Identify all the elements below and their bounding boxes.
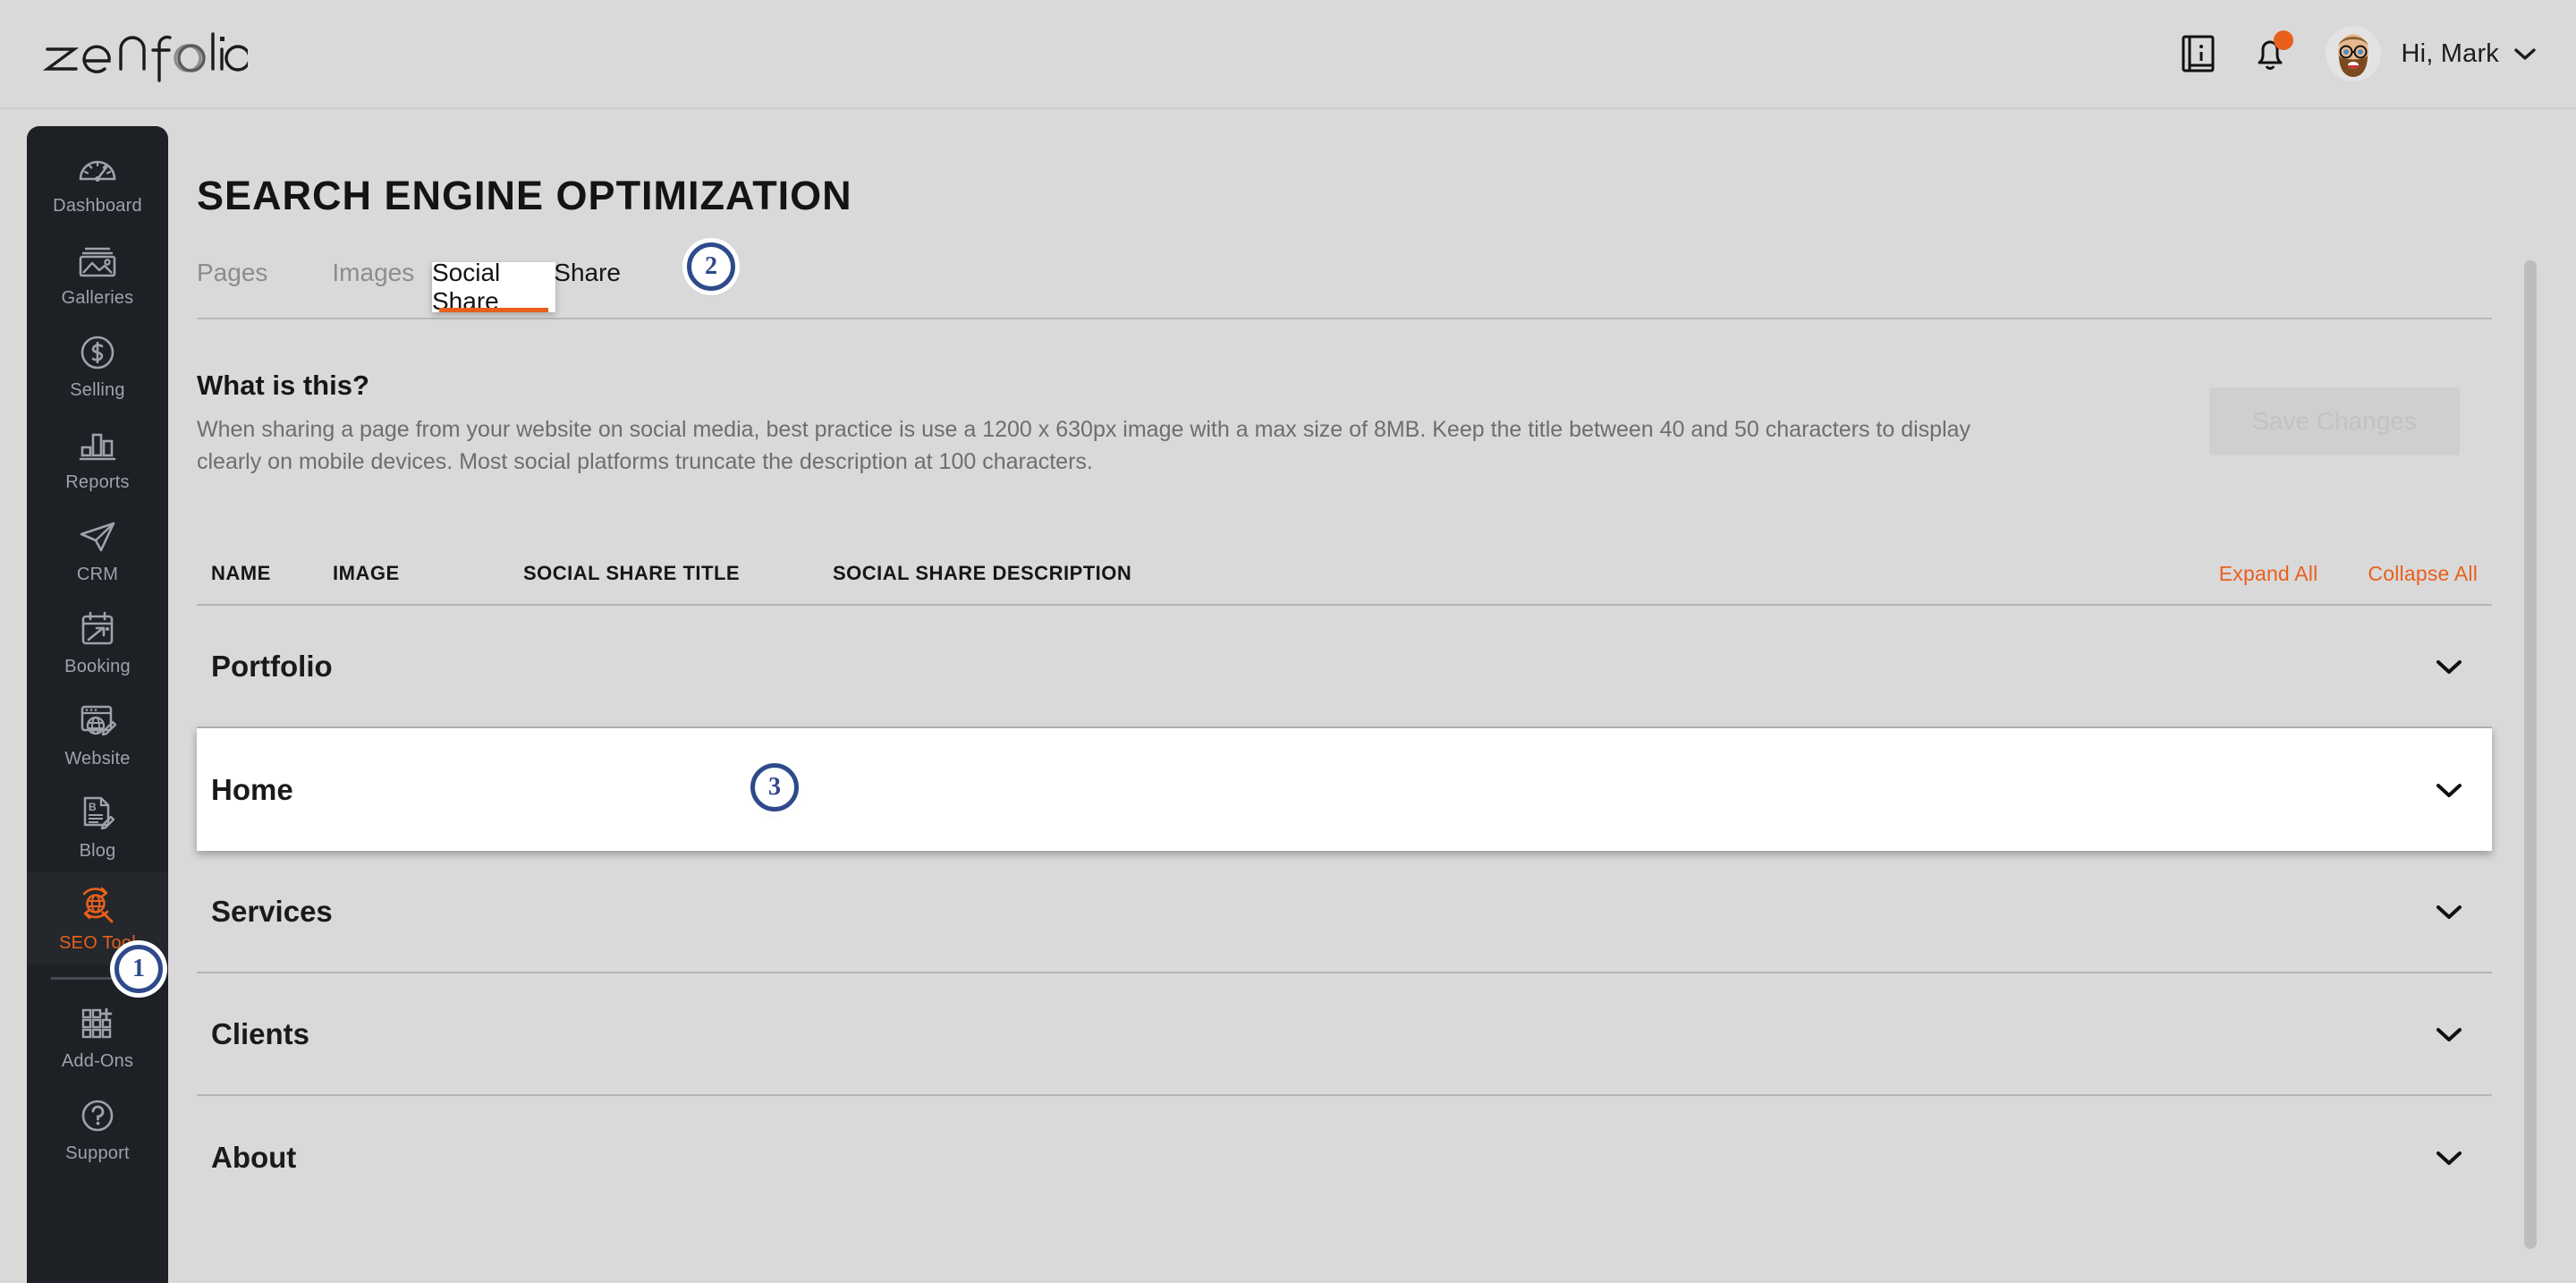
- sidebar-label: CRM: [76, 565, 119, 584]
- calendar-arrow-icon: [74, 608, 121, 650]
- dollar-circle-icon: [74, 332, 121, 373]
- question-circle-icon: [74, 1095, 121, 1136]
- app-header: Hi, Mark: [0, 0, 2576, 109]
- chevron-down-icon[interactable]: [2435, 1149, 2463, 1167]
- row-name: Services: [211, 894, 333, 928]
- row-name: About: [211, 1140, 297, 1174]
- user-menu[interactable]: Hi, Mark: [2401, 39, 2537, 69]
- step-badge-1: 1: [114, 945, 163, 993]
- sidebar-item-selling[interactable]: Selling: [27, 319, 168, 412]
- row-name: Home: [211, 772, 293, 806]
- tab-social-share-highlight[interactable]: Social Share: [432, 259, 555, 315]
- table-row[interactable]: Portfolio: [197, 606, 2492, 728]
- sidebar-item-add-ons[interactable]: Add-Ons: [27, 990, 168, 1083]
- sidebar-item-website[interactable]: Website: [27, 688, 168, 780]
- paper-plane-icon: [74, 516, 121, 557]
- help-book-button[interactable]: [2163, 18, 2234, 89]
- avatar[interactable]: [2326, 26, 2382, 81]
- bar-chart-icon: [74, 424, 121, 465]
- page-title: SEARCH ENGINE OPTIMIZATION: [197, 173, 852, 218]
- sidebar-label: Selling: [70, 380, 125, 400]
- sidebar-item-reports[interactable]: Reports: [27, 412, 168, 504]
- tab-active-underline: [439, 308, 548, 312]
- info-text: When sharing a page from your website on…: [197, 417, 1971, 474]
- sidebar-label: Galleries: [61, 288, 134, 308]
- sidebar-label: Reports: [65, 472, 130, 492]
- chevron-down-icon[interactable]: [2435, 1025, 2463, 1043]
- table-row-home-placeholder[interactable]: Home: [197, 728, 2492, 851]
- zenfolio-logo-mark: [42, 32, 248, 82]
- tab-pages[interactable]: Pages: [197, 251, 267, 310]
- header-actions: Hi, Mark: [2163, 18, 2537, 89]
- main-content: SEARCH ENGINE OPTIMIZATION Pages Images …: [168, 126, 2549, 1283]
- info-title: What is this?: [197, 370, 369, 401]
- main-sidebar: Dashboard Galleries Selling Reports CRM …: [27, 126, 168, 1283]
- sidebar-label: Blog: [79, 841, 116, 861]
- tab-images[interactable]: Images: [332, 251, 414, 310]
- user-greeting: Hi, Mark: [2401, 38, 2499, 68]
- sidebar-item-dashboard[interactable]: Dashboard: [27, 135, 168, 227]
- chevron-down-icon[interactable]: [2435, 903, 2463, 921]
- table-row-home-highlight[interactable]: Home: [197, 728, 2492, 851]
- tab-social-share-label: Social Share: [432, 259, 501, 315]
- gauge-icon: [74, 148, 121, 189]
- column-header-name: NAME: [211, 562, 271, 584]
- column-header-description: SOCIAL SHARE DESCRIPTION: [833, 562, 1132, 584]
- browser-globe-pencil-icon: [74, 701, 121, 742]
- table-header-actions: Expand All Collapse All: [2219, 562, 2478, 586]
- chevron-down-icon[interactable]: [2435, 781, 2463, 799]
- scrollbar-thumb[interactable]: [2524, 260, 2537, 1249]
- social-share-table: NAME IMAGE SOCIAL SHARE TITLE SOCIAL SHA…: [197, 543, 2492, 1219]
- svg-text:B: B: [89, 801, 97, 813]
- column-header-image: IMAGE: [333, 562, 400, 584]
- collapse-all-link[interactable]: Collapse All: [2368, 562, 2478, 586]
- user-avatar-icon: [2326, 26, 2382, 81]
- zenfolio-logo[interactable]: [42, 25, 248, 82]
- sidebar-label: Booking: [64, 657, 131, 676]
- blog-document-pencil-icon: B: [74, 793, 121, 834]
- expand-all-link[interactable]: Expand All: [2219, 562, 2318, 586]
- content-scrollbar[interactable]: [2524, 260, 2537, 1283]
- photo-stack-icon: [74, 240, 121, 281]
- row-name: Clients: [211, 1016, 310, 1050]
- row-name: Portfolio: [211, 649, 333, 683]
- info-block: What is this? When sharing a page from y…: [197, 370, 2039, 478]
- sidebar-item-booking[interactable]: Booking: [27, 596, 168, 688]
- chevron-down-icon[interactable]: [2435, 658, 2463, 675]
- globe-magnifier-icon: [74, 885, 121, 926]
- notification-dot: [2274, 30, 2294, 50]
- column-header-title: SOCIAL SHARE TITLE: [523, 562, 741, 584]
- save-changes-button[interactable]: Save Changes: [2209, 387, 2460, 455]
- grid-plus-icon: [74, 1003, 121, 1044]
- sidebar-label: Support: [65, 1143, 130, 1163]
- sidebar-item-galleries[interactable]: Galleries: [27, 227, 168, 319]
- table-header-row: NAME IMAGE SOCIAL SHARE TITLE SOCIAL SHA…: [197, 543, 2492, 606]
- sidebar-label: Add-Ons: [61, 1051, 134, 1071]
- table-row[interactable]: Services: [197, 851, 2492, 973]
- step-badge-2: 2: [687, 242, 735, 291]
- table-row[interactable]: Clients: [197, 973, 2492, 1096]
- sidebar-item-crm[interactable]: CRM: [27, 504, 168, 596]
- sidebar-item-blog[interactable]: B Blog: [27, 780, 168, 872]
- sidebar-item-support[interactable]: Support: [27, 1083, 168, 1175]
- sidebar-label: Dashboard: [53, 196, 142, 216]
- notifications-button[interactable]: [2234, 18, 2306, 89]
- sidebar-label: Website: [64, 749, 131, 769]
- chevron-down-icon: [2514, 48, 2536, 60]
- table-row[interactable]: About: [197, 1096, 2492, 1219]
- book-info-icon: [2182, 35, 2215, 72]
- step-badge-3: 3: [750, 763, 799, 811]
